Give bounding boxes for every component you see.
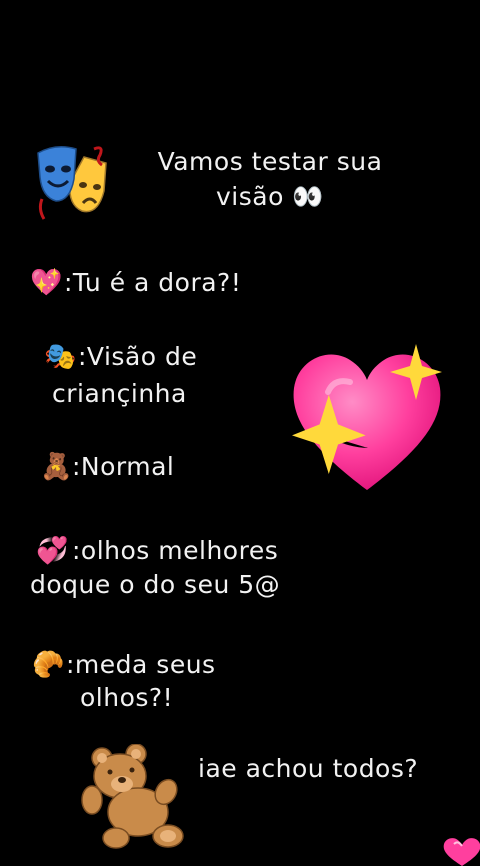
performing-arts-icon	[37, 146, 107, 220]
list-item-3-text: :Normal	[72, 452, 175, 481]
teddy-bear-icon: 🧸	[40, 452, 73, 482]
title-line-2: visão 👀	[216, 182, 324, 211]
list-item-5-text-line-2: olhos?!	[80, 683, 174, 712]
revolving-hearts-icon	[443, 838, 480, 866]
performing-arts-icon: 🎭	[44, 342, 77, 372]
list-item-5-text-line-1: :meda seus	[66, 650, 216, 679]
revolving-hearts-icon: 💞	[36, 536, 69, 566]
list-item-4-text-line-1: :olhos melhores	[72, 536, 279, 565]
list-item-4-text-line-2: doque o do seu 5@	[30, 570, 281, 599]
teddy-bear-icon	[81, 744, 184, 849]
list-item-1-text: :Tu é a dora?!	[64, 268, 242, 297]
list-item-2-text-line-1: :Visão de	[78, 342, 198, 371]
title-line-1: Vamos testar sua	[157, 147, 383, 176]
sparkling-heart-icon	[292, 344, 442, 490]
croissant-icon: 🥐	[32, 650, 65, 680]
footer-question: iae achou todos?	[198, 754, 419, 783]
list-item-2-text-line-2: crianҫinha	[52, 379, 187, 408]
sparkling-heart-icon: 💖	[30, 268, 63, 298]
